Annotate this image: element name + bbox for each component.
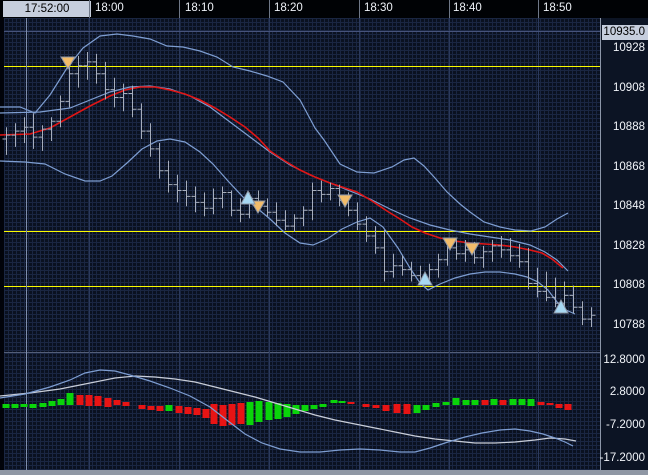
time-axis-label: 18:00 [95, 2, 124, 14]
time-axis-label: 18:40 [453, 2, 482, 14]
time-axis-tick [359, 0, 360, 18]
time-axis[interactable]: 17:52:00 18:00 18:10 18:20 18:30 18:40 18:50 [0, 0, 648, 18]
price-axis-label: 12.8000 [603, 353, 645, 367]
price-axis-label: 10888 [613, 120, 645, 134]
price-axis-label: 10868 [613, 160, 645, 174]
time-axis-label: 18:10 [185, 2, 214, 14]
time-axis-label: 18:50 [543, 2, 572, 14]
price-axis-label: 10908 [613, 81, 645, 95]
cursor-price-readout: 10935.0 [602, 25, 648, 40]
left-window-border [0, 18, 4, 470]
cursor-time-readout: 17:52:00 [3, 1, 91, 17]
price-axis-label: -17.2000 [600, 451, 645, 465]
oscillator-panel[interactable] [4, 352, 600, 470]
price-axis-label: 2.8000 [610, 385, 645, 399]
price-axis-label: 10928 [613, 41, 645, 55]
time-axis-tick [179, 0, 180, 18]
price-axis[interactable]: 10935.0 10928 10908 10888 10868 10848 10828 10… [600, 18, 648, 470]
time-axis-tick [269, 0, 270, 18]
time-axis-tick [449, 0, 450, 18]
time-axis-label: 18:30 [364, 2, 393, 14]
price-axis-label: 10848 [613, 199, 645, 213]
price-axis-label: 10808 [613, 278, 645, 292]
main-chart-panel[interactable] [4, 18, 600, 352]
price-axis-label: 10828 [613, 239, 645, 253]
chart-window: 17:52:00 18:0018:1018:2018:3018:4018:50 … [0, 0, 648, 475]
price-axis-label: 10788 [613, 318, 645, 332]
time-axis-tick [89, 0, 90, 18]
time-axis-tick [538, 0, 539, 18]
time-axis-label: 18:20 [274, 2, 303, 14]
bottom-window-border [0, 470, 648, 475]
price-axis-label: -7.2000 [606, 418, 645, 432]
